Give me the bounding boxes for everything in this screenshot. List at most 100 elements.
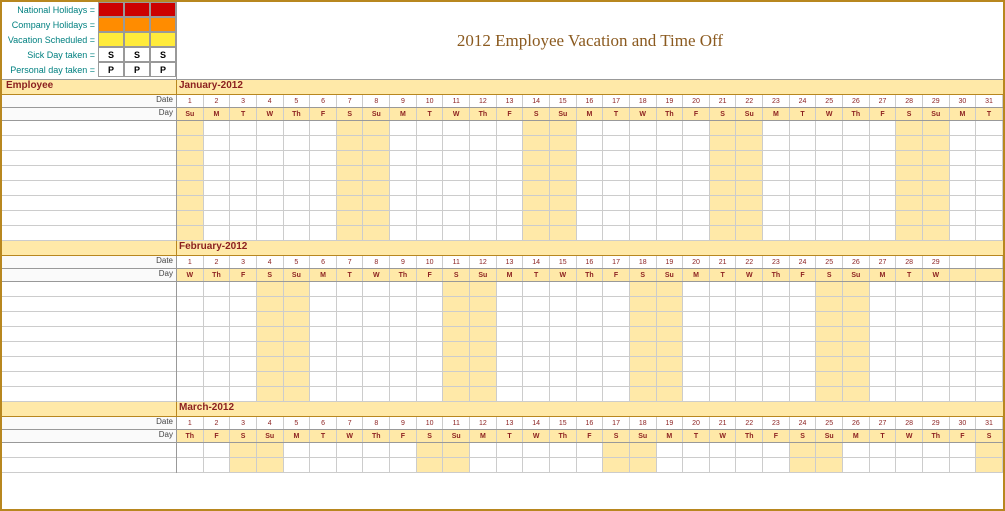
calendar-cell[interactable]	[337, 372, 364, 386]
calendar-cell[interactable]	[736, 372, 763, 386]
calendar-cell[interactable]	[390, 357, 417, 371]
calendar-cell[interactable]	[470, 342, 497, 356]
calendar-cell[interactable]	[550, 226, 577, 240]
calendar-cell[interactable]	[683, 297, 710, 311]
calendar-cell[interactable]	[310, 342, 337, 356]
calendar-cell[interactable]	[204, 226, 231, 240]
calendar-cell[interactable]	[683, 312, 710, 326]
calendar-cell[interactable]	[736, 282, 763, 296]
calendar-cell[interactable]	[337, 196, 364, 210]
calendar-cell[interactable]	[204, 357, 231, 371]
calendar-cell[interactable]	[204, 372, 231, 386]
calendar-cell[interactable]	[790, 297, 817, 311]
calendar-cell[interactable]	[204, 297, 231, 311]
calendar-cell[interactable]	[577, 121, 604, 135]
calendar-cell[interactable]	[816, 226, 843, 240]
calendar-cell[interactable]	[390, 342, 417, 356]
calendar-cell[interactable]	[630, 297, 657, 311]
calendar-cell[interactable]	[443, 282, 470, 296]
calendar-cell[interactable]	[443, 342, 470, 356]
calendar-cell[interactable]	[284, 312, 311, 326]
calendar-cell[interactable]	[896, 297, 923, 311]
calendar-cell[interactable]	[204, 166, 231, 180]
calendar-cell[interactable]	[497, 282, 524, 296]
calendar-cell[interactable]	[790, 312, 817, 326]
calendar-cell[interactable]	[363, 327, 390, 341]
calendar-cell[interactable]	[683, 181, 710, 195]
calendar-cell[interactable]	[417, 136, 444, 150]
calendar-cell[interactable]	[310, 121, 337, 135]
calendar-cell[interactable]	[683, 372, 710, 386]
employee-name-cell[interactable]	[2, 196, 176, 211]
calendar-cell[interactable]	[523, 282, 550, 296]
calendar-cell[interactable]	[843, 151, 870, 165]
calendar-cell[interactable]	[710, 357, 737, 371]
calendar-cell[interactable]	[390, 327, 417, 341]
calendar-cell[interactable]	[816, 387, 843, 401]
calendar-cell[interactable]	[390, 211, 417, 225]
calendar-cell[interactable]	[337, 458, 364, 472]
calendar-cell[interactable]	[230, 181, 257, 195]
calendar-cell[interactable]	[284, 166, 311, 180]
calendar-cell[interactable]	[657, 443, 684, 457]
calendar-cell[interactable]	[417, 312, 444, 326]
calendar-cell[interactable]	[390, 151, 417, 165]
calendar-cell[interactable]	[870, 387, 897, 401]
calendar-cell[interactable]	[443, 297, 470, 311]
calendar-cell[interactable]	[657, 297, 684, 311]
calendar-cell[interactable]	[470, 297, 497, 311]
calendar-cell[interactable]	[470, 136, 497, 150]
calendar-cell[interactable]	[603, 357, 630, 371]
calendar-cell[interactable]	[976, 211, 1003, 225]
calendar-cell[interactable]	[497, 226, 524, 240]
calendar-cell[interactable]	[976, 151, 1003, 165]
calendar-cell[interactable]	[843, 372, 870, 386]
calendar-cell[interactable]	[923, 121, 950, 135]
calendar-cell[interactable]	[843, 121, 870, 135]
calendar-cell[interactable]	[523, 136, 550, 150]
calendar-cell[interactable]	[390, 387, 417, 401]
calendar-cell[interactable]	[337, 211, 364, 225]
calendar-cell[interactable]	[230, 211, 257, 225]
calendar-cell[interactable]	[896, 443, 923, 457]
calendar-cell[interactable]	[896, 342, 923, 356]
calendar-cell[interactable]	[710, 282, 737, 296]
calendar-cell[interactable]	[337, 151, 364, 165]
calendar-cell[interactable]	[230, 196, 257, 210]
calendar-cell[interactable]	[443, 136, 470, 150]
calendar-cell[interactable]	[630, 151, 657, 165]
calendar-cell[interactable]	[870, 166, 897, 180]
calendar-cell[interactable]	[736, 357, 763, 371]
calendar-cell[interactable]	[657, 342, 684, 356]
calendar-cell[interactable]	[550, 357, 577, 371]
calendar-cell[interactable]	[523, 226, 550, 240]
calendar-cell[interactable]	[870, 226, 897, 240]
calendar-cell[interactable]	[896, 458, 923, 472]
calendar-cell[interactable]	[630, 166, 657, 180]
calendar-cell[interactable]	[630, 357, 657, 371]
calendar-cell[interactable]	[363, 342, 390, 356]
calendar-cell[interactable]	[337, 136, 364, 150]
calendar-cell[interactable]	[896, 181, 923, 195]
calendar-cell[interactable]	[204, 136, 231, 150]
calendar-cell[interactable]	[284, 387, 311, 401]
calendar-cell[interactable]	[736, 312, 763, 326]
calendar-cell[interactable]	[816, 458, 843, 472]
calendar-cell[interactable]	[417, 458, 444, 472]
calendar-cell[interactable]	[230, 372, 257, 386]
calendar-cell[interactable]	[976, 282, 1003, 296]
calendar-cell[interactable]	[310, 312, 337, 326]
calendar-cell[interactable]	[337, 443, 364, 457]
calendar-cell[interactable]	[417, 196, 444, 210]
calendar-cell[interactable]	[470, 327, 497, 341]
calendar-cell[interactable]	[923, 282, 950, 296]
calendar-cell[interactable]	[177, 121, 204, 135]
calendar-cell[interactable]	[443, 121, 470, 135]
calendar-cell[interactable]	[390, 226, 417, 240]
calendar-cell[interactable]	[710, 387, 737, 401]
calendar-cell[interactable]	[417, 121, 444, 135]
calendar-cell[interactable]	[843, 357, 870, 371]
calendar-cell[interactable]	[950, 211, 977, 225]
calendar-cell[interactable]	[763, 282, 790, 296]
calendar-cell[interactable]	[630, 211, 657, 225]
